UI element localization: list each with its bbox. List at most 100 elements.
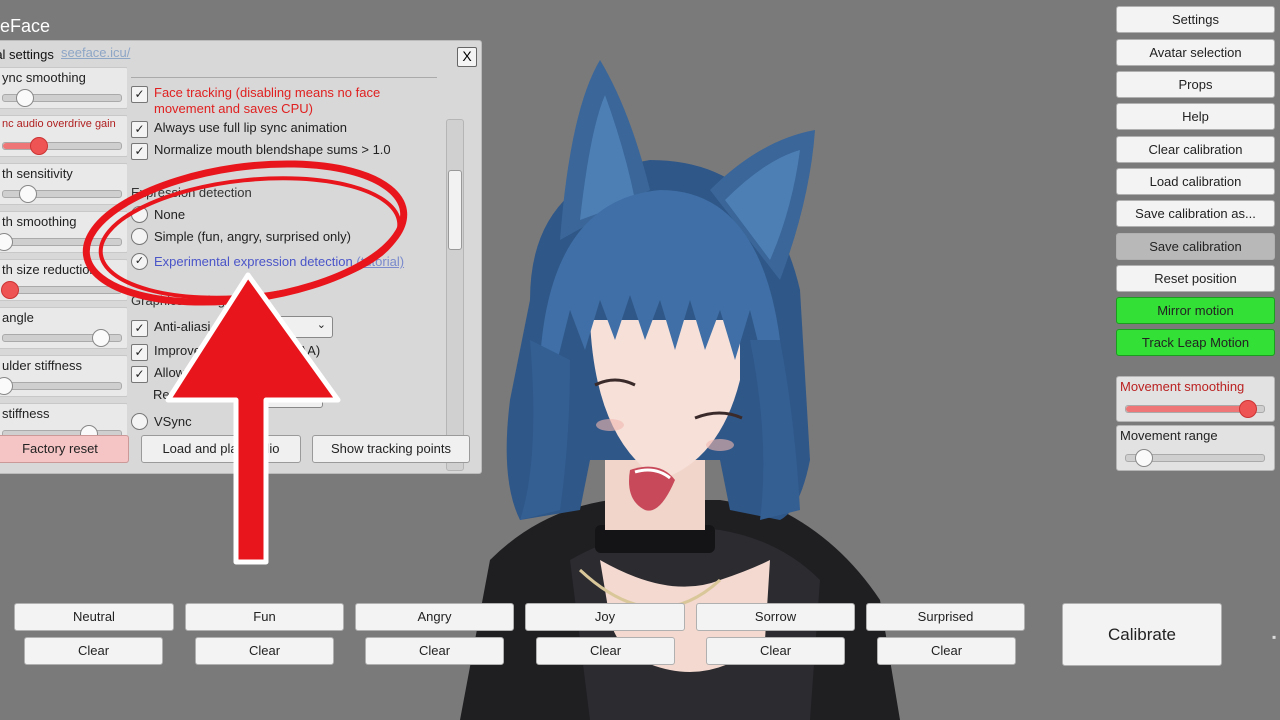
movement-range-label: Movement range [1120,428,1218,443]
graphics-settings-heading: Graphics setting [131,293,225,308]
slider-fill [1126,406,1248,412]
expression-simple-radio[interactable] [131,228,148,245]
improve-checkbox[interactable]: ✓ [131,344,148,361]
expression-surprised-button[interactable]: Surprised [866,603,1025,631]
mirror-motion-toggle[interactable]: Mirror motion [1116,297,1275,324]
show-tracking-points-button[interactable]: Show tracking points [312,435,470,463]
tutorial-link[interactable]: (tutorial) [356,254,404,269]
clear-calibration-button[interactable]: Clear calibration [1116,136,1275,163]
mouth-size-reduction-label: th size reduction [2,262,97,277]
lip-sync-smoothing-label: ync smoothing [2,70,86,85]
clear-sorrow-button[interactable]: Clear [706,637,845,665]
normalize-mouth-checkbox[interactable]: ✓ [131,143,148,160]
clear-neutral-button[interactable]: Clear [24,637,163,665]
mouth-sensitivity-label: th sensitivity [2,166,73,181]
mouth-size-reduction-control: th size reduction [0,259,127,301]
mouth-smoothing-slider[interactable] [0,233,122,251]
clear-surprised-button[interactable]: Clear [877,637,1016,665]
slider-thumb[interactable] [91,329,110,347]
resolution-label-tail: n: [224,387,235,402]
scrollbar-thumb[interactable] [448,170,462,250]
normalize-mouth-option[interactable]: ✓ Normalize mouth blendshape sums > 1.0 [131,142,391,160]
audio-overdrive-gain-label: nc audio overdrive gain [2,118,116,130]
track-leap-motion-toggle[interactable]: Track Leap Motion [1116,329,1275,356]
anti-aliasing-dropdown[interactable]: ⌄ [269,316,333,338]
load-calibration-button[interactable]: Load calibration [1116,168,1275,195]
shoulder-stiffness-slider[interactable] [0,377,122,395]
anti-aliasing-checkbox[interactable]: ✓ [131,320,148,337]
help-button[interactable]: Help [1116,103,1275,130]
mouth-sensitivity-slider[interactable] [2,185,122,203]
slider-thumb[interactable] [1134,449,1153,467]
expression-none-radio[interactable] [131,206,148,223]
clear-joy-button[interactable]: Clear [536,637,675,665]
props-button[interactable]: Props [1116,71,1275,98]
movement-range-control: Movement range [1116,425,1275,471]
avatar-selection-button[interactable]: Avatar selection [1116,39,1275,66]
expression-experimental-radio[interactable]: ✓ [131,253,148,270]
save-calibration-button[interactable]: Save calibration [1116,233,1275,260]
left-settings-column: ync smoothing nc audio overdrive gain th… [0,67,127,447]
edge-mark: ▪ [1272,630,1277,644]
movement-smoothing-slider[interactable] [1125,400,1265,418]
close-button[interactable]: X [457,47,477,67]
clear-fun-button[interactable]: Clear [195,637,334,665]
expression-none-label: None [154,207,186,222]
save-calibration-as-button[interactable]: Save calibration as... [1116,200,1275,227]
settings-scrollbar[interactable] [446,119,464,471]
expression-experimental-label: Experimental expression detection (tutor… [154,254,404,269]
face-tracking-checkbox[interactable]: ✓ [131,86,148,103]
load-audio-button[interactable]: Load and play audio [141,435,301,463]
slider-thumb[interactable] [30,137,49,155]
app-title: eFace [0,16,51,36]
slider-thumb[interactable] [0,233,13,251]
slider-thumb[interactable] [18,185,37,203]
window-title: ral settings [0,47,54,62]
slider-thumb[interactable] [0,377,13,395]
chevron-down-icon: ⌄ [306,389,316,401]
expression-experimental-option[interactable]: ✓ Experimental expression detection (tut… [131,253,404,270]
allow-label: Allow v [154,365,196,380]
anti-aliasing-label: Anti-aliasi [154,319,211,334]
slider-thumb[interactable] [1239,400,1258,418]
expression-none-option[interactable]: None [131,206,185,223]
mouth-size-reduction-slider[interactable] [0,281,122,299]
slider-thumb[interactable] [0,281,19,299]
allow-checkbox[interactable]: ✓ [131,366,148,383]
improve-option[interactable]: ✓ Improve [131,343,201,361]
website-link[interactable]: seeface.icu/ [61,45,130,60]
anti-aliasing-option[interactable]: ✓ Anti-aliasi [131,319,210,337]
expression-joy-button[interactable]: Joy [525,603,685,631]
allow-option[interactable]: ✓ Allow v [131,365,195,383]
full-lip-sync-label: Always use full lip sync animation [154,120,347,135]
clear-angry-button[interactable]: Clear [365,637,504,665]
expression-simple-option[interactable]: Simple (fun, angry, surprised only) [131,228,351,245]
full-lip-sync-checkbox[interactable]: ✓ [131,121,148,138]
movement-range-slider[interactable] [1125,449,1265,467]
angle-slider[interactable] [2,329,122,347]
general-settings-window: ral settings seeface.icu/ X ync smoothin… [0,40,482,474]
factory-reset-button[interactable]: Factory reset [0,435,129,463]
expression-angry-button[interactable]: Angry [355,603,514,631]
expression-detection-heading: Expression detection [131,185,252,200]
mouth-sensitivity-control: th sensitivity [0,163,127,205]
resolution-dropdown[interactable]: 0x72 ⌄ [239,386,323,408]
lip-sync-smoothing-slider[interactable] [2,89,122,107]
movement-smoothing-control: Movement smoothing [1116,376,1275,422]
reset-position-button[interactable]: Reset position [1116,265,1275,292]
expression-fun-button[interactable]: Fun [185,603,344,631]
expression-sorrow-button[interactable]: Sorrow [696,603,855,631]
lip-sync-smoothing-control: ync smoothing [0,67,127,109]
slider-thumb[interactable] [16,89,35,107]
calibrate-button[interactable]: Calibrate [1062,603,1222,666]
expression-neutral-button[interactable]: Neutral [14,603,174,631]
audio-overdrive-gain-slider[interactable] [2,137,122,155]
resolution-label: Re [153,387,170,402]
divider [131,77,437,78]
vsync-radio[interactable] [131,413,148,430]
vsync-option[interactable]: VSync [131,413,192,430]
face-tracking-option[interactable]: ✓ Face tracking (disabling means no face… [131,85,380,117]
settings-button[interactable]: Settings [1116,6,1275,33]
body-stiffness-label: stiffness [2,406,50,421]
full-lip-sync-option[interactable]: ✓ Always use full lip sync animation [131,120,347,138]
